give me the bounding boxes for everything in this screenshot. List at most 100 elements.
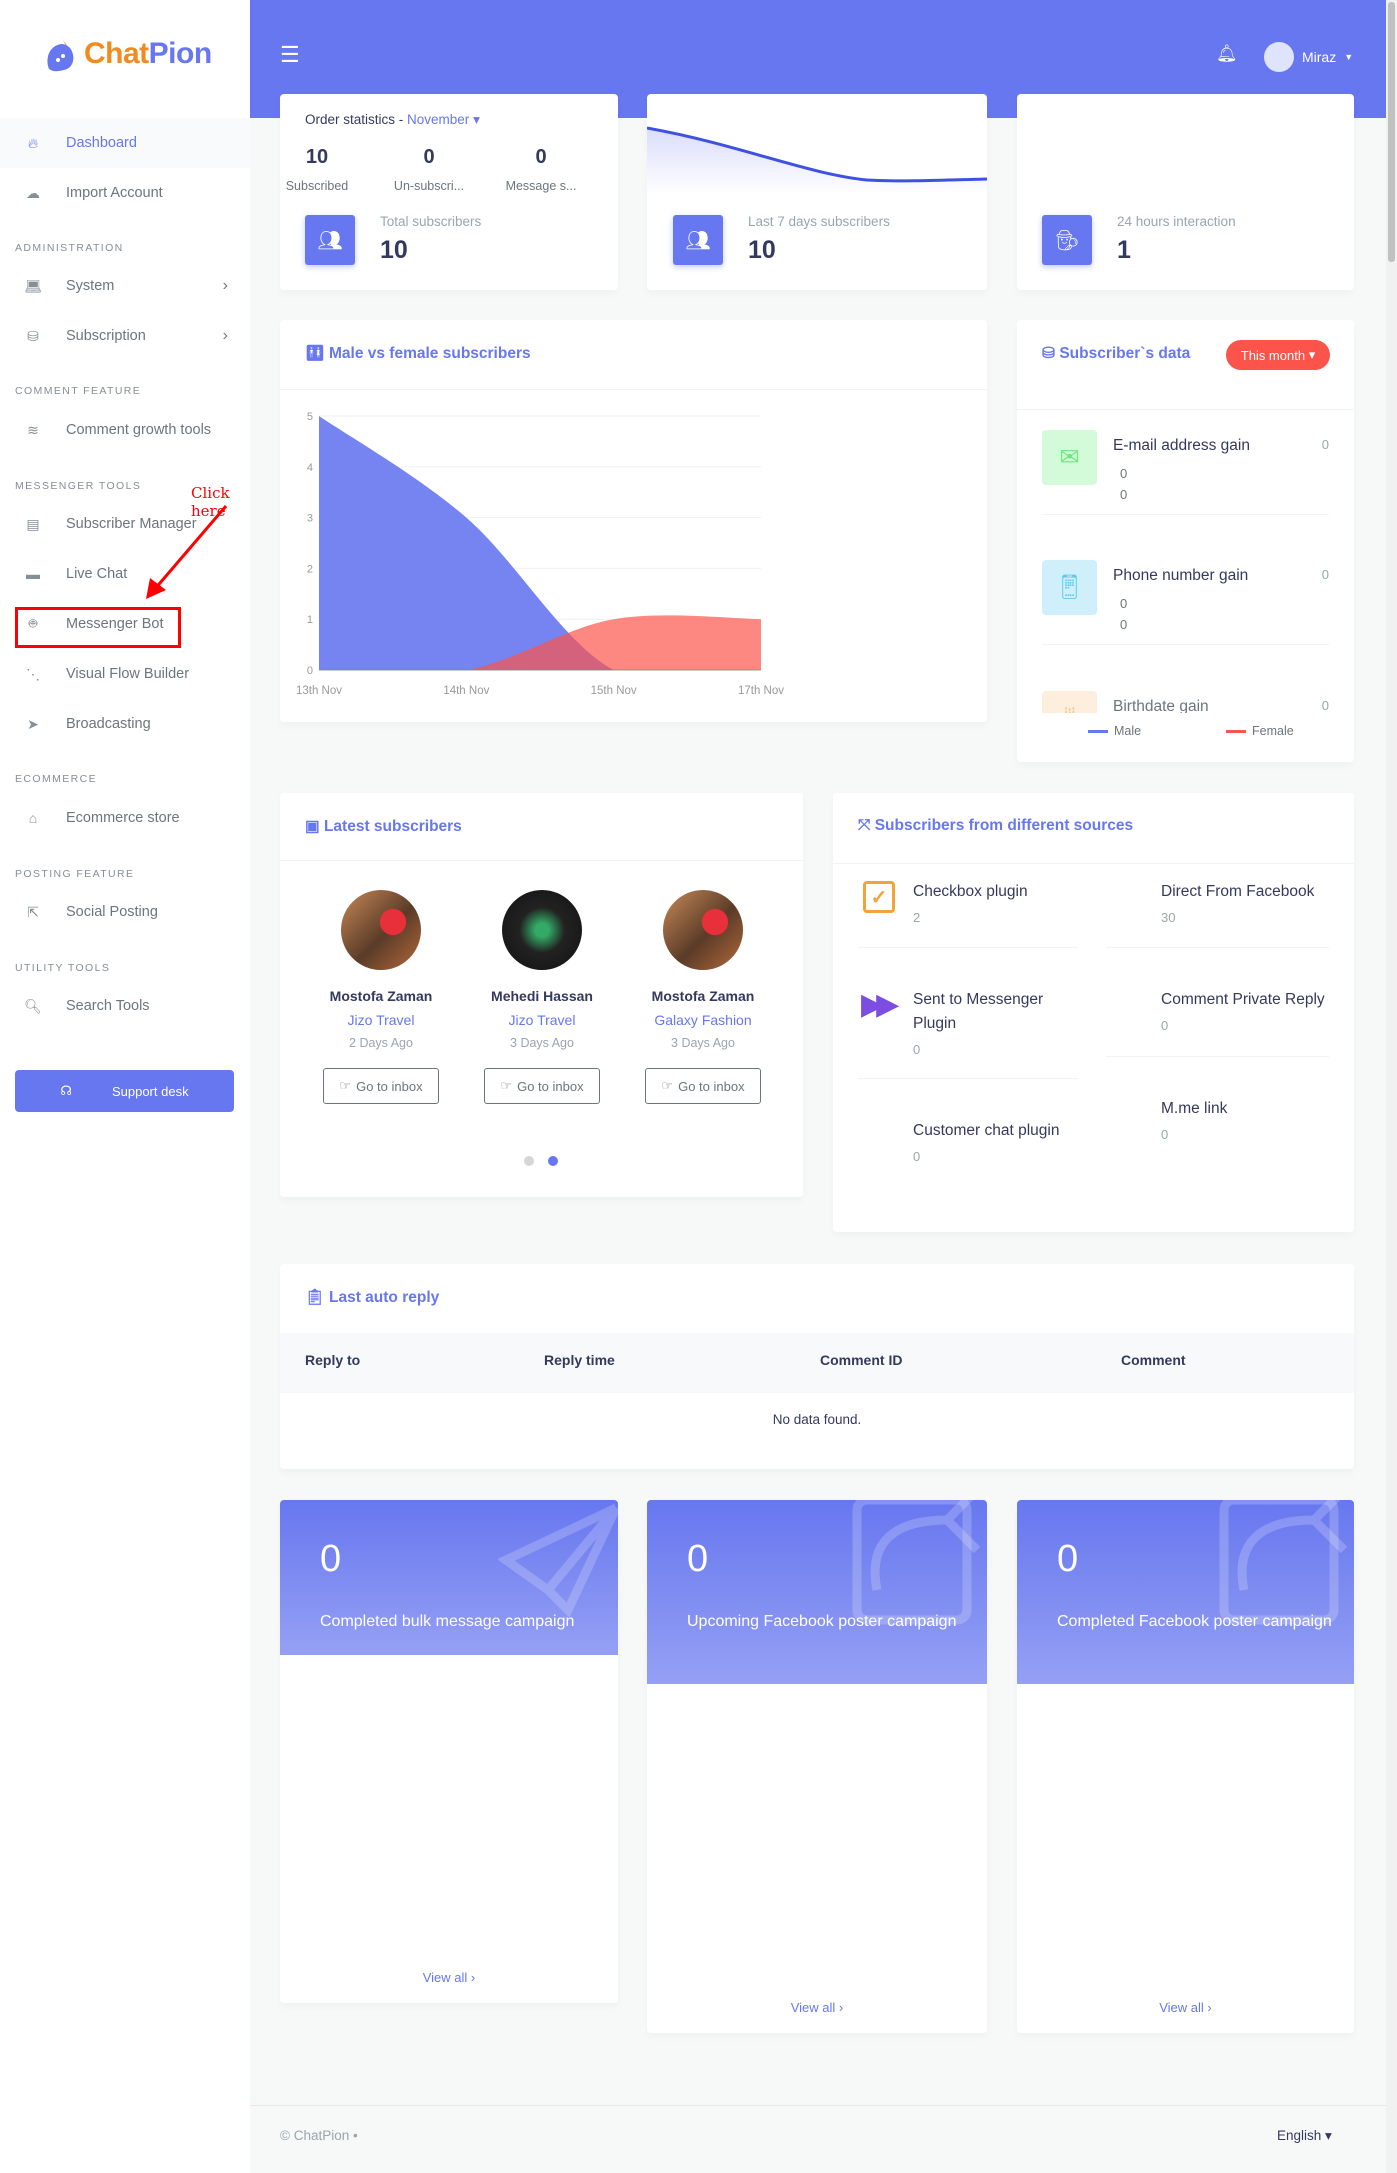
footer-divider [250, 2105, 1386, 2106]
paper-plane-icon: ➤ [27, 715, 39, 732]
sidebar-item-system[interactable]: 💻︎ System › [0, 261, 250, 311]
x-tick-label: 15th Nov [591, 685, 637, 697]
source-mme-link: M.me link 0 [1161, 1100, 1228, 1142]
store-icon: ⌂ [28, 810, 38, 826]
phone-gain-item: 📱︎ Phone number gain 0 0 0 [1042, 560, 1329, 680]
month-dropdown[interactable]: November ▾ [407, 112, 480, 127]
sidebar-item-label: Dashboard [66, 135, 137, 151]
hamburger-menu-icon[interactable]: ☰ [280, 42, 300, 68]
paper-plane-icon [498, 1503, 618, 1618]
sidebar-item-comment-growth-tools[interactable]: ≋ Comment growth tools [0, 405, 250, 455]
hand-point-right-icon: ☞ [339, 1078, 352, 1093]
sidebar-item-dashboard[interactable]: 🔥︎ Dashboard [0, 118, 250, 168]
sidebar-section-label: ECOMMERCE [15, 773, 98, 785]
comment-icon: ▬ [26, 566, 40, 582]
last-7-days-card: 👥︎ Last 7 days subscribers 10 [647, 94, 987, 290]
x-tick-label: 13th Nov [296, 685, 342, 697]
support-desk-button[interactable]: ☊ Support desk [15, 1070, 234, 1112]
sidebar-item-broadcasting[interactable]: ➤ Broadcasting [0, 699, 250, 749]
hand-point-right-icon: ☞ [500, 1078, 513, 1093]
cloud-download-icon: ☁ [26, 184, 40, 201]
page-link[interactable]: Galaxy Fashion [623, 1012, 783, 1028]
page-link[interactable]: Jizo Travel [301, 1012, 461, 1028]
legend-female: Female [1226, 724, 1294, 738]
sidebar-item-label: Ecommerce store [66, 810, 180, 826]
avatar [663, 890, 743, 970]
user-menu[interactable]: Miraz ▼ [1264, 42, 1353, 72]
compress-icon: ⤧ [858, 817, 871, 834]
source-messenger-plugin: Sent to Messenger Plugin 0 [913, 991, 1044, 1057]
y-tick-label: 1 [307, 614, 313, 626]
sidebar-section-label: MESSENGER TOOLS [15, 480, 142, 492]
page-link[interactable]: Jizo Travel [462, 1012, 622, 1028]
sidebar-item-label: System [66, 278, 115, 294]
carousel-dot-2[interactable] [548, 1156, 558, 1166]
stat-subscribed: 10 Subscribed [285, 146, 349, 193]
period-dropdown[interactable]: This month ▾ [1226, 340, 1330, 370]
envelope-icon: ✉ [1042, 430, 1097, 485]
clipboard-icon: 📋︎ [305, 1289, 325, 1306]
y-tick-label: 3 [307, 513, 313, 525]
sidebar-item-label: Import Account [66, 185, 163, 201]
coins-icon: ⛁ [27, 327, 39, 344]
language-dropdown[interactable]: English ▾ [1277, 2128, 1332, 2144]
subscriber-item: Mostofa Zaman Jizo Travel 2 Days Ago ☞ Go to… [301, 890, 461, 1104]
sidebar-item-label: Search Tools [66, 998, 150, 1014]
sidebar-item-social-posting[interactable]: ⇱ Social Posting [0, 887, 250, 937]
source-customer-chat: Customer chat plugin 0 [913, 1122, 1060, 1164]
annotation-arrow-icon [146, 505, 228, 599]
subscriber-item: Mostofa Zaman Galaxy Fashion 3 Days Ago ☞ Go… [623, 890, 783, 1104]
bell-icon[interactable]: 🔔︎ [1216, 44, 1238, 64]
y-tick-label: 2 [307, 563, 313, 575]
layer-group-icon: ≋ [27, 421, 39, 438]
go-to-inbox-button[interactable]: ☞ Go to inbox [323, 1068, 439, 1104]
sidebar-item-subscription[interactable]: ⛁ Subscription › [0, 311, 250, 361]
caret-down-icon: ▼ [1344, 52, 1354, 62]
forward-icon: ▶▶ [861, 988, 899, 1021]
fire-icon: 🔥︎ [27, 134, 39, 151]
laptop-code-icon: 💻︎ [24, 277, 42, 294]
sidebar-item-visual-flow-builder[interactable]: ⋱ Visual Flow Builder [0, 649, 250, 699]
scrollbar[interactable] [1386, 0, 1397, 2173]
go-to-inbox-button[interactable]: ☞ Go to inbox [484, 1068, 600, 1104]
empty-state: No data found. [772, 1412, 862, 1427]
go-to-inbox-button[interactable]: ☞ Go to inbox [645, 1068, 761, 1104]
table-header [280, 1333, 1354, 1393]
order-statistics-card: Order statistics - November ▾ 10 Subscrib… [280, 94, 618, 290]
x-tick-label: 14th Nov [443, 685, 489, 697]
carousel-dot-1[interactable] [524, 1156, 534, 1166]
annotation-highlight-box [15, 607, 181, 648]
source-comment-reply: Comment Private Reply 0 [1161, 991, 1325, 1033]
avatar [341, 890, 421, 970]
share-square-icon: ⇱ [27, 903, 39, 920]
checkbox-icon: ✓ [863, 881, 895, 913]
view-all-link[interactable]: View all › [1017, 2000, 1354, 2015]
chevron-right-icon: › [222, 327, 228, 344]
sidebar-item-import-account[interactable]: ☁ Import Account [0, 168, 250, 218]
id-badge-icon: ▣ [305, 818, 320, 835]
sidebar-item-ecommerce-store[interactable]: ⌂ Ecommerce store [0, 793, 250, 843]
source-direct-facebook: Direct From Facebook 30 [1161, 883, 1315, 925]
sidebar-section-label: ADMINISTRATION [15, 242, 124, 254]
users-icon: 👥︎ [673, 215, 723, 265]
avatar [502, 890, 582, 970]
subscriber-item: Mehedi Hassan Jizo Travel 3 Days Ago ☞ Go to… [462, 890, 622, 1104]
view-all-link[interactable]: View all › [647, 2000, 987, 2015]
stat-unsubscribed: 0 Un-subscri... [393, 146, 465, 193]
sidebar-item-label: Social Posting [66, 904, 158, 920]
x-tick-label: 17th Nov [738, 685, 784, 697]
user-secret-icon: 🕵︎ [1042, 215, 1092, 265]
chevron-right-icon: › [222, 277, 228, 294]
source-checkbox-plugin: Checkbox plugin 2 [913, 883, 1028, 925]
sources-card: ⤧ Subscribers from different sources ✓ ▶… [833, 793, 1354, 1232]
sidebar-item-label: Live Chat [66, 566, 128, 582]
sidebar-item-label: Visual Flow Builder [66, 666, 190, 682]
project-diagram-icon: ⋱ [26, 665, 40, 682]
sidebar-item-label: Broadcasting [66, 716, 151, 732]
sidebar-item-search-tools[interactable]: 🔍︎ Search Tools [0, 981, 250, 1031]
sidebar-item-label: Comment growth tools [66, 422, 212, 438]
view-all-link[interactable]: View all › [280, 1970, 618, 1985]
legend-male: Male [1088, 724, 1141, 738]
logo[interactable]: ChatPion [44, 34, 212, 74]
campaign-card-completed-poster: 0 Completed Facebook poster campaign View… [1017, 1500, 1354, 2033]
